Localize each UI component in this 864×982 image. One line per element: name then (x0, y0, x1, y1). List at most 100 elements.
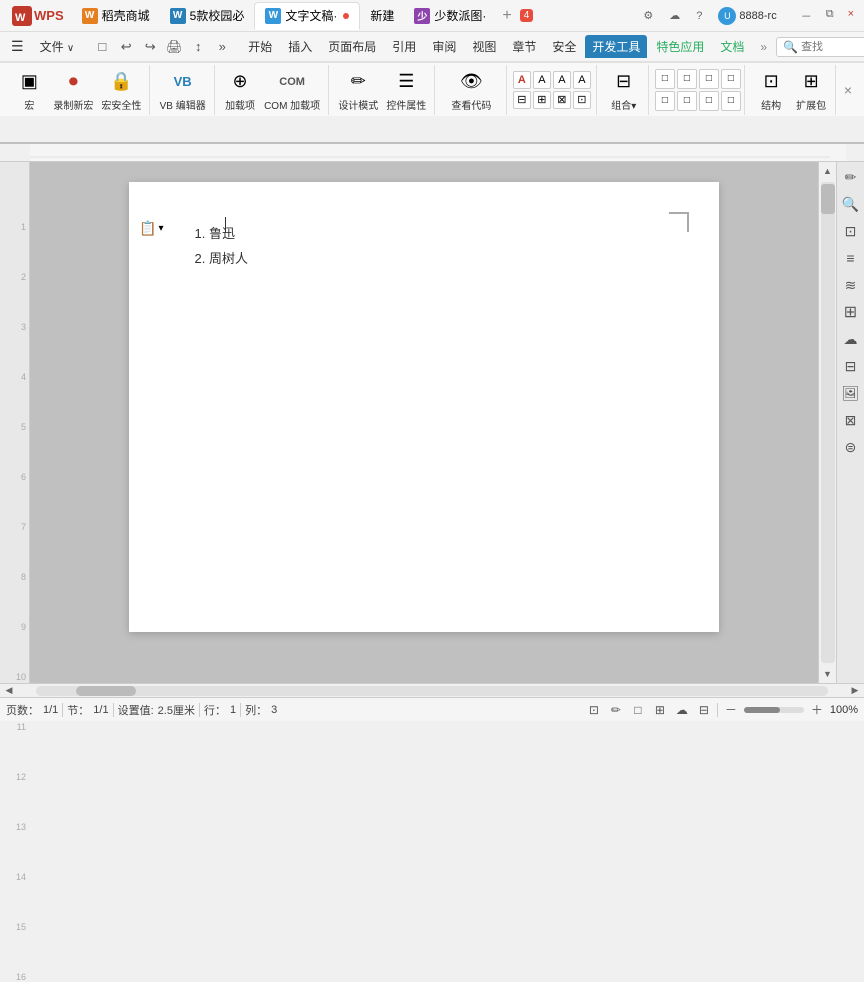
toolbar-redo[interactable]: ↪ (139, 36, 161, 58)
combine-btn[interactable]: ⊟ 组合▾ (604, 66, 644, 114)
user-info[interactable]: U 8888-rc (712, 7, 782, 25)
tab-yinyong[interactable]: 引用 (385, 35, 423, 58)
hscroll-left-btn[interactable]: ◀ (0, 684, 18, 698)
status-icon-cloud[interactable]: ☁ (673, 701, 691, 719)
tab-kaifa[interactable]: 开发工具 (585, 35, 647, 58)
rs-btn-lines[interactable]: ≡ (838, 245, 864, 271)
rs-btn-circle[interactable]: ⊜ (838, 434, 864, 460)
record-btn[interactable]: ⏺ 录制新宏 (49, 66, 97, 114)
text-btn-f[interactable]: ⊞ (533, 91, 551, 109)
tab-wendang[interactable]: 文档 (713, 35, 751, 58)
tab-xinjian[interactable]: 新建 (360, 2, 404, 30)
viewcode-btn[interactable]: 👁 查看代码 (447, 66, 495, 114)
toolbar-save[interactable]: □ (91, 36, 113, 58)
tab-zhangjie[interactable]: 章节 (505, 35, 543, 58)
zoom-plus-btn[interactable]: ＋ (808, 701, 826, 719)
small-btn-3[interactable]: □ (699, 69, 719, 89)
com-btn[interactable]: COM COM 加载项 (260, 66, 324, 114)
toolbar-undo[interactable]: ↩ (115, 36, 137, 58)
struct-btn[interactable]: ⊡ 结构 (751, 66, 791, 114)
scroll-area[interactable]: 📋 ▾ 鲁迅 周树人 (30, 162, 818, 683)
small-btn-5[interactable]: □ (655, 91, 675, 111)
rs-btn-table[interactable]: ⊞ (838, 299, 864, 325)
close-btn[interactable]: × (842, 6, 860, 26)
small-btn-6[interactable]: □ (677, 91, 697, 111)
text-btn-c[interactable]: A (553, 71, 571, 89)
text-btn-b[interactable]: A (533, 71, 551, 89)
expand-btn[interactable]: ⊞ 扩展包 (791, 66, 831, 114)
design-btn[interactable]: ✏ 设计模式 (334, 66, 382, 114)
scrollbar-right[interactable]: ▲ ▼ (818, 162, 836, 683)
status-icon-edit[interactable]: ✏ (607, 701, 625, 719)
tab-shenyue[interactable]: 审阅 (425, 35, 463, 58)
titlebar: W WPS W 稻壳商城 W 5款校园必 W 文字文稿· 新建 少 少数派图· … (0, 0, 864, 32)
tab-wenziwengao[interactable]: W 文字文稿· (254, 2, 360, 30)
toolbar-print[interactable]: 🖨 (163, 36, 185, 58)
menu-icon[interactable]: ☰ (4, 35, 31, 58)
text-btn-h[interactable]: ⊡ (573, 91, 591, 109)
prop-btn[interactable]: ☰ 控件属性 (382, 66, 430, 114)
tab-5xiaoyuan[interactable]: W 5款校园必 (160, 2, 255, 30)
tab-kaishi[interactable]: 开始 (241, 35, 279, 58)
hscroll-right-btn[interactable]: ▶ (846, 684, 864, 698)
status-icon-grid[interactable]: ⊞ (651, 701, 669, 719)
small-btn-1[interactable]: □ (655, 69, 675, 89)
hscrollbar[interactable]: ◀ ▶ (0, 683, 864, 697)
zoom-slider[interactable] (744, 707, 804, 713)
rs-btn-chart[interactable]: ≋ (838, 272, 864, 298)
minimize-btn[interactable]: － (795, 6, 818, 26)
small-btn-7[interactable]: □ (699, 91, 719, 111)
wps-logo[interactable]: W WPS (4, 4, 72, 28)
cursor-line (225, 217, 226, 233)
row-num-11: 11 (17, 722, 26, 732)
ribbon-close-btn[interactable]: × (838, 80, 858, 100)
toolbar-more[interactable]: » (211, 36, 233, 58)
tab-shaoshupai[interactable]: 少 少数派图· (404, 2, 496, 30)
text-btn-a[interactable]: A (513, 71, 531, 89)
paste-widget[interactable]: 📋 ▾ (139, 220, 163, 237)
rs-btn-image[interactable]: 🖼 (838, 380, 864, 406)
document-content[interactable]: 鲁迅 周树人 (189, 222, 659, 271)
scroll-up-btn[interactable]: ▲ (819, 162, 837, 180)
design-buttons: ✏ 设计模式 ☰ 控件属性 (334, 66, 430, 114)
toolbar-format[interactable]: ↕ (187, 36, 209, 58)
sync-icon[interactable]: ☁ (663, 7, 686, 24)
tab-charu[interactable]: 插入 (281, 35, 319, 58)
scroll-down-btn[interactable]: ▼ (819, 665, 837, 683)
search-input[interactable] (801, 41, 861, 53)
status-icon-view[interactable]: ⊡ (585, 701, 603, 719)
text-btn-e[interactable]: ⊟ (513, 91, 531, 109)
vb-btn[interactable]: VB VB 编辑器 (156, 66, 210, 114)
tab-anquan[interactable]: 安全 (545, 35, 583, 58)
addon-btn[interactable]: ⊕ 加载项 (220, 66, 260, 114)
tab-more[interactable]: » (753, 37, 774, 57)
rs-btn-x[interactable]: ⊠ (838, 407, 864, 433)
tab-tese[interactable]: 特色应用 (649, 35, 711, 58)
macro-btn[interactable]: ▣ 宏 (9, 66, 49, 114)
tab-plus[interactable]: + (496, 7, 517, 25)
tab-yemian[interactable]: 页面布局 (321, 35, 383, 58)
text-btn-g[interactable]: ⊠ (553, 91, 571, 109)
tab-shitu[interactable]: 视图 (465, 35, 503, 58)
small-btn-2[interactable]: □ (677, 69, 697, 89)
small-btn-8[interactable]: □ (721, 91, 741, 111)
hscroll-thumb[interactable] (76, 686, 136, 696)
scrollbar-thumb[interactable] (821, 184, 835, 214)
restore-btn[interactable]: ⧉ (820, 6, 840, 26)
rs-btn-search[interactable]: 🔍 (838, 191, 864, 217)
status-icon-window[interactable]: □ (629, 701, 647, 719)
help-btn[interactable]: ? (690, 8, 708, 24)
tab-caokechangcheng[interactable]: W 稻壳商城 (72, 2, 160, 30)
rs-btn-cloud[interactable]: ☁ (838, 326, 864, 352)
zoom-minus-btn[interactable]: － (722, 701, 740, 719)
security-btn[interactable]: 🔒 宏安全性 (97, 66, 145, 114)
search-box[interactable]: 🔍 (776, 37, 864, 57)
settings-icon[interactable]: ⚙ (637, 7, 659, 24)
small-btn-4[interactable]: □ (721, 69, 741, 89)
file-menu[interactable]: 文件 ∨ (33, 35, 82, 58)
status-icon-minus[interactable]: ⊟ (695, 701, 713, 719)
rs-btn-grid[interactable]: ⊡ (838, 218, 864, 244)
text-btn-d[interactable]: A (573, 71, 591, 89)
rs-btn-minus[interactable]: ⊟ (838, 353, 864, 379)
rs-btn-pencil[interactable]: ✏ (838, 164, 864, 190)
